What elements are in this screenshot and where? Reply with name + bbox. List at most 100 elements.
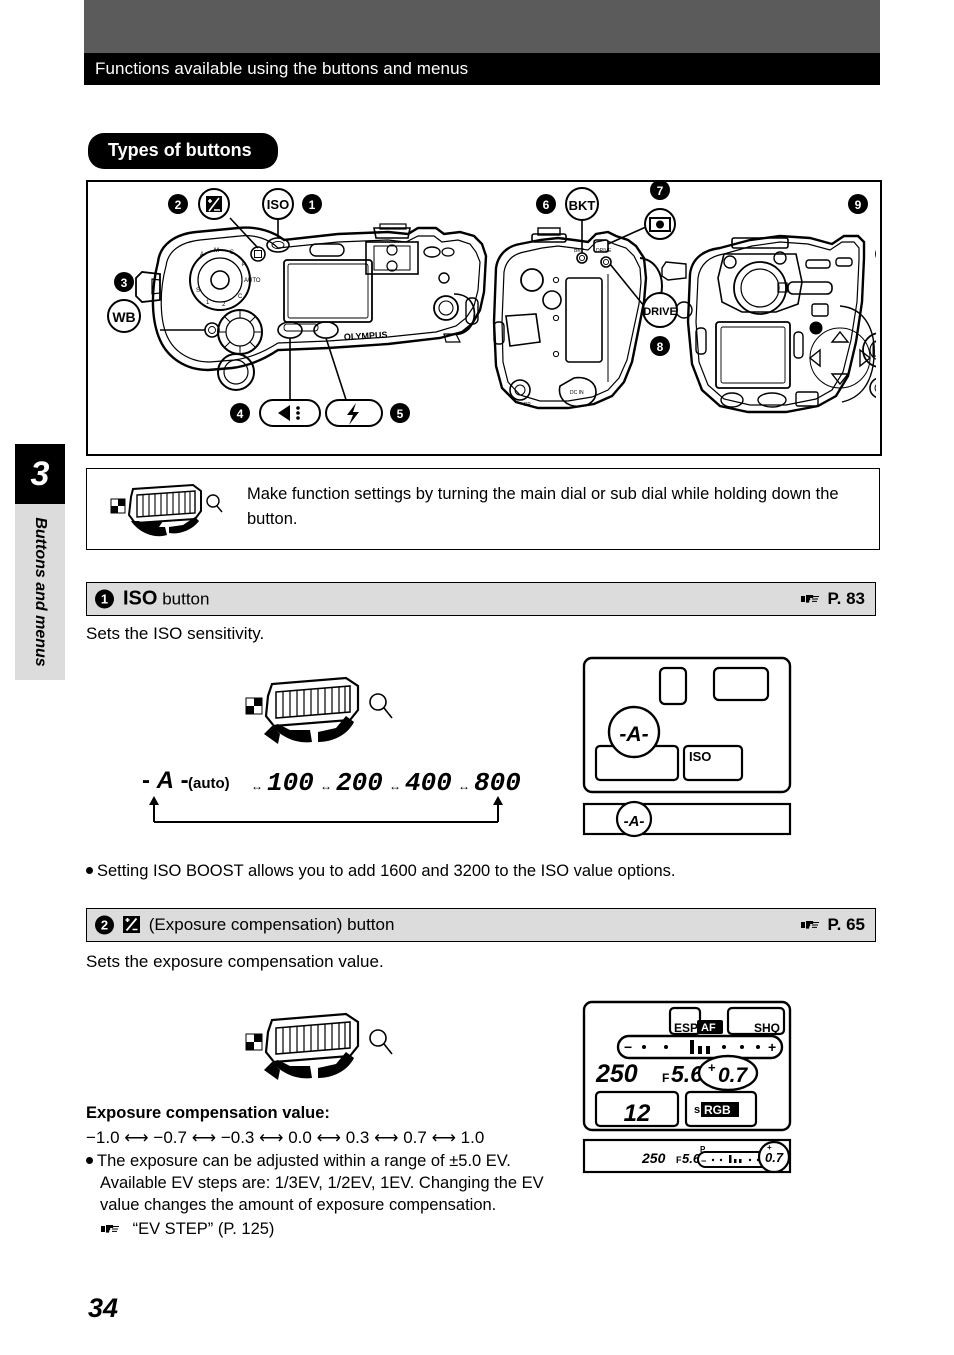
dial-note-box: Make function settings by turning the ma… [86, 468, 880, 550]
ev-val-4: 0.3 [345, 1128, 370, 1147]
section-title-iso: ISO button [123, 588, 209, 611]
pointing-hand-icon [101, 1225, 119, 1233]
section-pill: Types of buttons [88, 133, 278, 169]
callout-number-6: 6 [543, 198, 550, 212]
exposure-bullet-note: The exposure can be adjusted within a ra… [86, 1150, 576, 1216]
svg-text:1: 1 [206, 300, 210, 306]
section-title-iso-rest: button [162, 589, 210, 609]
lcd-af-label: AF [701, 1022, 716, 1034]
callout-iso-label: ISO [267, 197, 289, 212]
svg-text:AUTO: AUTO [244, 278, 261, 284]
iso-viewfinder-value: -A- [624, 813, 645, 830]
header-grey-band [84, 0, 880, 53]
iso-value-sequence: - A - (auto) ↔ 100 ↔ 200 ↔ 400 ↔ 800 [142, 767, 521, 823]
pointing-hand-icon [801, 595, 820, 603]
ev-arrow: ⟷ [431, 1128, 456, 1147]
iso-dial-icon [245, 676, 393, 744]
exposure-compensation-lcd-panel: ESP AF SHQ − + 250 F 5.6 + 0.7 12 s RGB … [582, 1000, 800, 1185]
iso-auto-value: - A - [142, 767, 189, 794]
exposure-compensation-dial-icon [245, 1012, 393, 1080]
exposure-value-sequence: −1.0 ⟷ −0.7 ⟷ −0.3 ⟷ 0.0 ⟷ 0.3 ⟷ 0.7 ⟷ 1… [86, 1126, 484, 1150]
callout-number-5: 5 [397, 407, 404, 421]
ev-val-6: 1.0 [460, 1128, 485, 1147]
lcd-colorspace-prefix: s [694, 1104, 700, 1116]
exposure-reference-note: “EV STEP” (P. 125) [86, 1218, 590, 1240]
callout-number-9: 9 [855, 198, 862, 212]
iso-value-200: 200 [336, 768, 383, 798]
iso-bullet-text: Setting ISO BOOST allows you to add 1600… [97, 862, 676, 880]
bullet-dot [86, 867, 93, 875]
section-title-iso-bold: ISO [123, 587, 158, 610]
ev-arrow: ⟷ [316, 1128, 341, 1147]
section-header-exposure-compensation: 2 (Exposure compensation) button P. 65 [86, 908, 876, 942]
svg-text:C: C [238, 294, 243, 300]
svg-text:↔: ↔ [251, 779, 263, 793]
ev-val-3: 0.0 [288, 1128, 312, 1147]
callout-bkt-label: BKT [569, 198, 596, 213]
svg-text:BP: BP [524, 402, 531, 408]
svg-text:S: S [196, 288, 200, 294]
pointing-hand-icon [801, 921, 820, 929]
ev-val-2: −0.3 [220, 1128, 255, 1147]
ev-arrow: ⟷ [259, 1128, 284, 1147]
svg-text:S: S [230, 250, 234, 256]
section-header-iso: 1 ISO button P. 83 [86, 582, 876, 616]
camera-side-view: BKT DRIVE DC IN BP [492, 227, 664, 410]
svg-text:P: P [242, 262, 246, 268]
ev-arrow: ⟷ [191, 1128, 217, 1147]
svg-text:↔: ↔ [389, 779, 401, 793]
section-title-ec-rest: (Exposure compensation) button [148, 915, 395, 934]
exposure-compensation-icon [123, 916, 140, 933]
lcd-colorspace-value: RGB [704, 1103, 731, 1117]
camera-figure-box: A M S P AUTO C 2 1 S OLYMPUS BKT DRIVE DC I… [86, 180, 882, 456]
svg-text:A: A [200, 252, 204, 258]
callout-number-4: 4 [237, 407, 244, 421]
chapter-side-tab: 3 Buttons and menus [15, 444, 65, 680]
iso-value-400: 400 [405, 768, 452, 798]
page-ref-iso-label: P. 83 [827, 589, 865, 608]
ev-arrow: ⟷ [124, 1128, 149, 1147]
exposure-reference-text[interactable]: “EV STEP” (P. 125) [133, 1220, 275, 1238]
chapter-title: Functions available using the buttons an… [95, 59, 469, 78]
section-description-iso: Sets the ISO sensitivity. [86, 624, 265, 643]
page-ref-exposure-compensation[interactable]: P. 65 [800, 915, 865, 935]
ev-arrow: ⟷ [374, 1128, 399, 1147]
ev-val-0: −1.0 [86, 1128, 120, 1147]
page-number: 34 [88, 1293, 119, 1323]
svg-text:−: − [701, 1156, 706, 1166]
camera-views-illustration: A M S P AUTO C 2 1 S OLYMPUS BKT DRIVE DC IN… [107, 182, 876, 427]
exposure-value-heading: Exposure compensation value: [86, 1104, 330, 1122]
section-description-exposure-compensation: Sets the exposure compensation value. [86, 952, 384, 971]
svg-text:2: 2 [222, 302, 226, 308]
lcd-comp-sign: + [708, 1060, 716, 1075]
chapter-label: Buttons and menus [32, 517, 49, 667]
svg-text:DC IN: DC IN [570, 390, 584, 396]
section-pill-label: Types of buttons [108, 140, 252, 160]
vf-comp-value: 0.7 [765, 1150, 784, 1165]
bullet-dot [86, 1157, 93, 1165]
lcd-scale-plus: + [768, 1039, 776, 1055]
camera-back-view: ON/OFF [661, 234, 876, 414]
iso-value-100: 100 [267, 768, 314, 798]
callout-number-8: 8 [657, 340, 664, 354]
main-dial-rotate-icon [110, 483, 223, 537]
header-title-bar: Functions available using the buttons an… [84, 53, 880, 85]
svg-text:M: M [214, 248, 219, 254]
iso-lcd-label: ISO [689, 749, 711, 764]
iso-bullet-note: Setting ISO BOOST allows you to add 1600… [86, 860, 856, 882]
lcd-comp-value: 0.7 [718, 1064, 749, 1087]
section-number-2: 2 [95, 915, 114, 935]
chapter-label-box: Buttons and menus [15, 504, 65, 680]
page-ref-iso[interactable]: P. 83 [800, 589, 865, 609]
brand-label: OLYMPUS [344, 330, 388, 342]
ev-val-1: −0.7 [153, 1128, 187, 1147]
callout-number-3: 3 [121, 276, 128, 290]
page-ref-ec-label: P. 65 [827, 915, 865, 934]
lcd-aperture-prefix: F [662, 1071, 669, 1085]
section-title-exposure-compensation: (Exposure compensation) button [123, 915, 394, 935]
iso-value-800: 800 [474, 768, 521, 798]
callout-drive-label: DRIVE [643, 306, 677, 318]
camera-top-view: A M S P AUTO C 2 1 S OLYMPUS [135, 223, 488, 391]
lcd-shq-label: SHQ [754, 1021, 780, 1035]
dial-note-text: Make function settings by turning the ma… [247, 485, 839, 528]
